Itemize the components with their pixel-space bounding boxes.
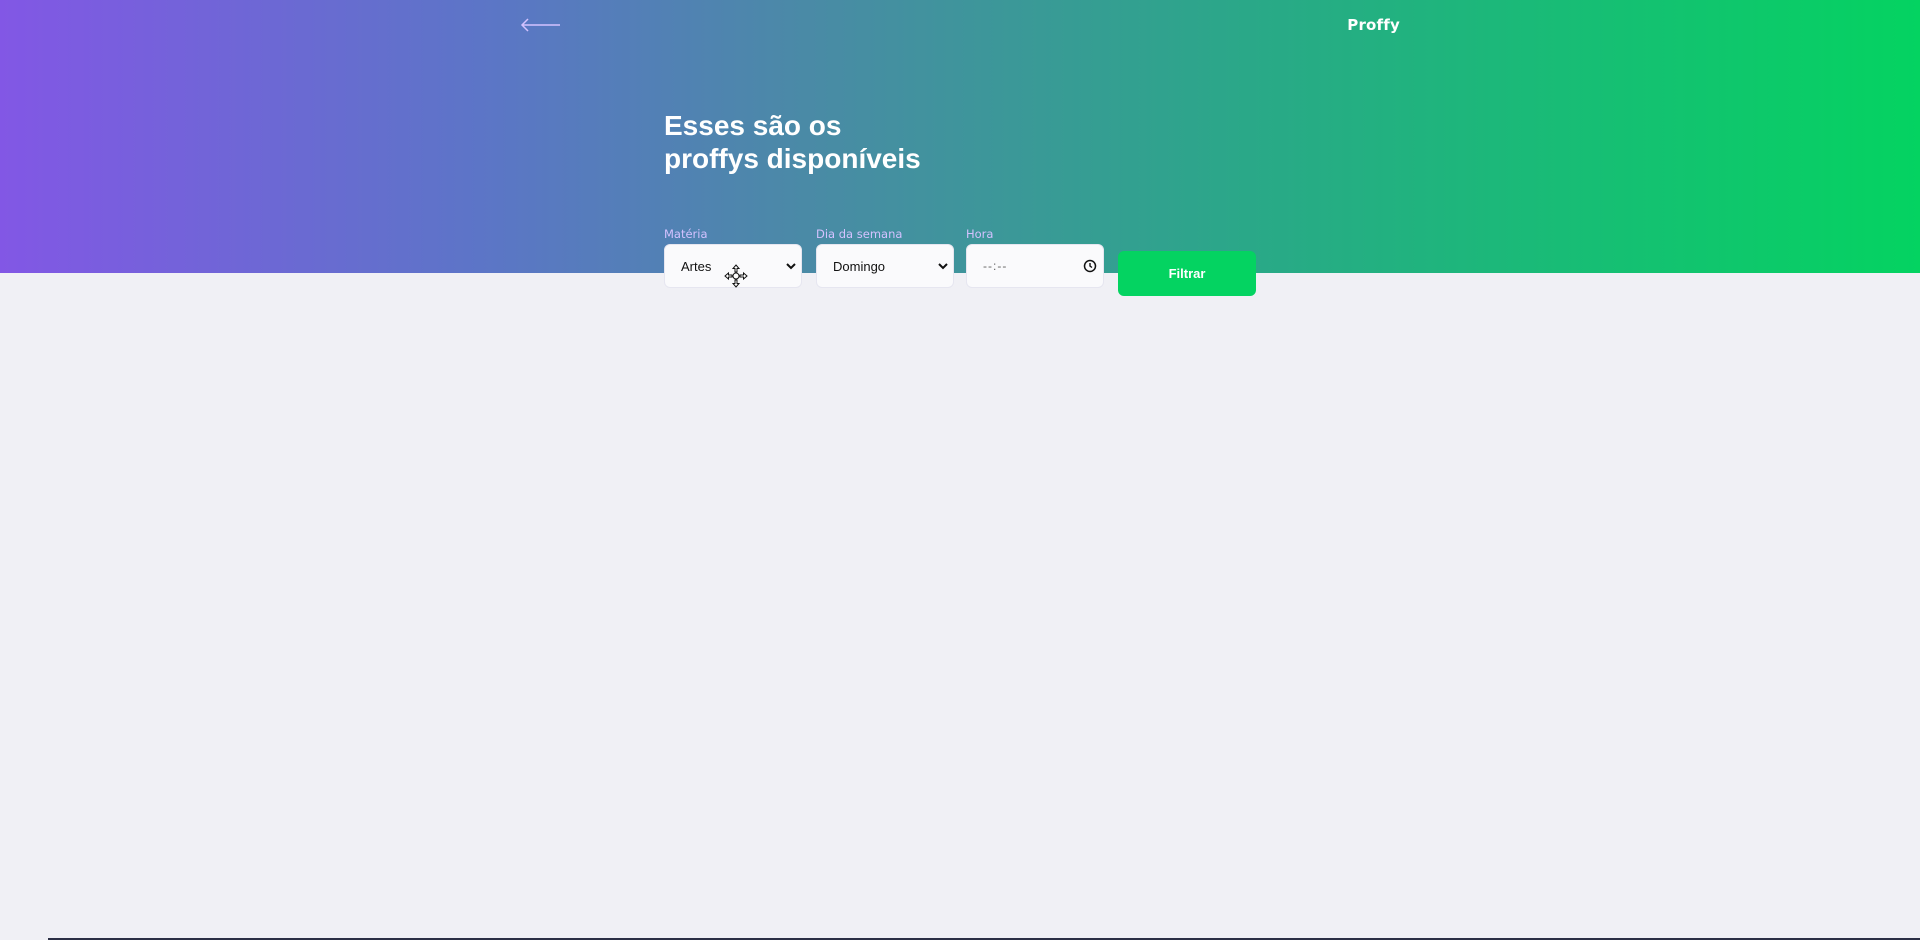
search-filters-form: Matéria Artes Dia da semana Domingo Hora…	[664, 226, 1264, 296]
page-title: Esses são os proffys disponíveis	[664, 109, 984, 175]
page-title-line-2: proffys disponíveis	[664, 143, 921, 174]
weekday-select[interactable]: Domingo	[816, 244, 954, 288]
page-title-line-1: Esses são os	[664, 110, 842, 141]
filter-button[interactable]: Filtrar	[1118, 251, 1256, 296]
time-value: --:--	[983, 259, 1008, 273]
time-field: Hora --:--	[966, 226, 1104, 288]
time-input[interactable]: --:--	[966, 244, 1104, 288]
logo: Proffy	[1347, 16, 1400, 34]
weekday-label: Dia da semana	[816, 227, 903, 241]
subject-select[interactable]: Artes	[664, 244, 802, 288]
chevron-down-icon	[781, 244, 801, 288]
subject-value: Artes	[681, 258, 712, 274]
time-label: Hora	[966, 227, 994, 241]
chevron-down-icon	[933, 244, 953, 288]
clock-icon[interactable]	[1077, 244, 1103, 288]
page: Proffy Esses são os proffys disponíveis …	[0, 0, 1920, 940]
weekday-field: Dia da semana Domingo	[816, 226, 954, 288]
top-bar: Proffy	[520, 14, 1400, 36]
subject-label: Matéria	[664, 227, 708, 241]
subject-field: Matéria Artes	[664, 226, 802, 288]
arrow-left-icon	[520, 18, 560, 32]
back-button[interactable]	[520, 16, 562, 34]
weekday-value: Domingo	[833, 258, 886, 274]
